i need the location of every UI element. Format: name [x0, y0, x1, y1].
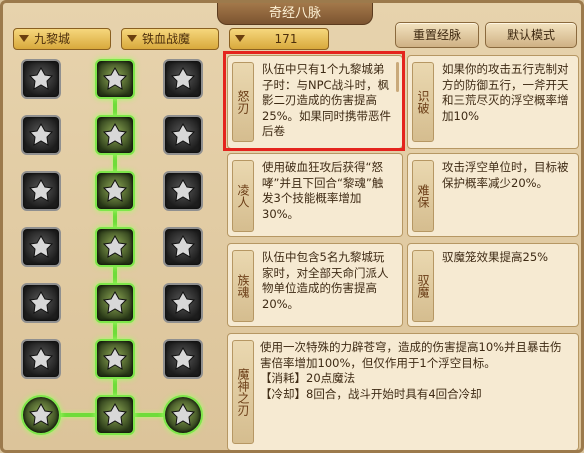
meridian-window: 奇经八脉 九黎城 铁血战魔 171 重置经脉 默认模式 怒刃 队伍中只有1个九黎…: [0, 0, 584, 453]
school-dropdown-value: 九黎城: [34, 32, 71, 46]
talent-icon: [102, 178, 128, 202]
talent-icon: [170, 122, 196, 146]
skill-name: 魔神之刃: [232, 340, 254, 444]
talent-node[interactable]: [95, 115, 135, 155]
talent-icon: [28, 290, 54, 314]
skill-name: 族魂: [232, 250, 254, 322]
skill-card[interactable]: 识破 如果你的攻击五行克制对方的防御五行，一斧开天和三荒尽灭的浮空概率增加10%: [407, 55, 579, 149]
big-skill-card[interactable]: 魔神之刃 使用一次特殊的力辟苍穹，造成的伤害提高10%并且暴击伤害倍率增加100…: [227, 333, 579, 450]
talent-icon: [102, 402, 128, 426]
talent-icon: [102, 346, 128, 370]
skill-desc: 使用一次特殊的力辟苍穹，造成的伤害提高10%并且暴击伤害倍率增加100%，但仅作…: [260, 340, 570, 446]
level-dropdown-value: 171: [274, 32, 298, 46]
talent-node[interactable]: [163, 339, 203, 379]
talent-node[interactable]: [95, 59, 135, 99]
window-title: 奇经八脉: [217, 3, 373, 25]
skill-name: 驭魔: [412, 250, 434, 322]
talent-node[interactable]: [163, 59, 203, 99]
talent-node[interactable]: [95, 339, 135, 379]
talent-node[interactable]: [21, 395, 61, 435]
talent-node[interactable]: [21, 227, 61, 267]
talent-icon: [102, 122, 128, 146]
skill-name: 怒刃: [232, 62, 254, 142]
skill-desc: 如果你的攻击五行克制对方的防御五行，一斧开天和三荒尽灭的浮空概率增加10%: [442, 62, 569, 123]
skill-card[interactable]: 凌人 使用破血狂攻后获得“怒哮”并且下回合“黎魂”触发3个技能概率增加30%。: [227, 153, 403, 237]
talent-icon: [28, 402, 54, 426]
skill-card[interactable]: 族魂 队伍中包含5名九黎城玩家时，对全部天命门派人物单位造成的伤害提高20%。: [227, 243, 403, 327]
skill-card[interactable]: 怒刃 队伍中只有1个九黎城弟子时：与NPC战斗时，枫影二刃造成的伤害提高25%。…: [227, 55, 403, 149]
skill-desc: 使用破血狂攻后获得“怒哮”并且下回合“黎魂”触发3个技能概率增加30%。: [262, 160, 384, 221]
talent-node[interactable]: [95, 283, 135, 323]
scrollbar[interactable]: [396, 62, 399, 92]
talent-icon: [170, 178, 196, 202]
talent-node[interactable]: [21, 171, 61, 211]
talent-node[interactable]: [163, 283, 203, 323]
skill-card[interactable]: 难保 攻击浮空单位时，目标被保护概率减少20%。: [407, 153, 579, 237]
skill-desc-line: 【冷却】8回合，战斗开始时具有4回合冷却: [260, 386, 482, 401]
talent-icon: [170, 290, 196, 314]
chevron-down-icon: [127, 35, 137, 42]
talent-node[interactable]: [95, 395, 135, 435]
talent-icon: [102, 66, 128, 90]
talent-node[interactable]: [95, 171, 135, 211]
skill-desc: 攻击浮空单位时，目标被保护概率减少20%。: [442, 160, 569, 190]
style-dropdown[interactable]: 铁血战魔: [121, 28, 219, 50]
reset-meridian-button[interactable]: 重置经脉: [395, 22, 479, 48]
talent-node[interactable]: [163, 395, 203, 435]
skill-desc-line: 使用一次特殊的力辟苍穹，造成的伤害提高10%并且暴击伤害倍率增加100%，但仅作…: [260, 340, 562, 370]
skill-name: 识破: [412, 62, 434, 142]
talent-icon: [28, 178, 54, 202]
talent-icon: [170, 66, 196, 90]
talent-icon: [28, 234, 54, 258]
talent-icon: [28, 122, 54, 146]
skill-desc-line: 【消耗】20点魔法: [260, 371, 356, 385]
talent-icon: [102, 234, 128, 258]
level-dropdown[interactable]: 171: [229, 28, 329, 50]
chevron-down-icon: [19, 35, 29, 42]
school-dropdown[interactable]: 九黎城: [13, 28, 111, 50]
talent-icon: [102, 290, 128, 314]
skill-desc: 队伍中包含5名九黎城玩家时，对全部天命门派人物单位造成的伤害提高20%。: [262, 250, 389, 311]
skill-desc: 驭魔笼效果提高25%: [442, 250, 549, 264]
talent-node[interactable]: [163, 227, 203, 267]
talent-icon: [28, 66, 54, 90]
talent-node[interactable]: [95, 227, 135, 267]
talent-node[interactable]: [163, 115, 203, 155]
talent-icon: [170, 234, 196, 258]
talent-icon: [170, 346, 196, 370]
default-mode-button[interactable]: 默认模式: [485, 22, 577, 48]
talent-icon: [28, 346, 54, 370]
skill-name: 难保: [412, 160, 434, 232]
style-dropdown-value: 铁血战魔: [142, 32, 191, 46]
chevron-down-icon: [235, 35, 245, 42]
skill-desc: 队伍中只有1个九黎城弟子时：与NPC战斗时，枫影二刃造成的伤害提高25%。如果同…: [262, 62, 392, 138]
talent-grid: [11, 53, 221, 450]
talent-node[interactable]: [21, 59, 61, 99]
skill-card[interactable]: 驭魔 驭魔笼效果提高25%: [407, 243, 579, 327]
talent-node[interactable]: [21, 283, 61, 323]
talent-node[interactable]: [21, 115, 61, 155]
skill-name: 凌人: [232, 160, 254, 232]
talent-icon: [170, 402, 196, 426]
talent-node[interactable]: [21, 339, 61, 379]
talent-node[interactable]: [163, 171, 203, 211]
